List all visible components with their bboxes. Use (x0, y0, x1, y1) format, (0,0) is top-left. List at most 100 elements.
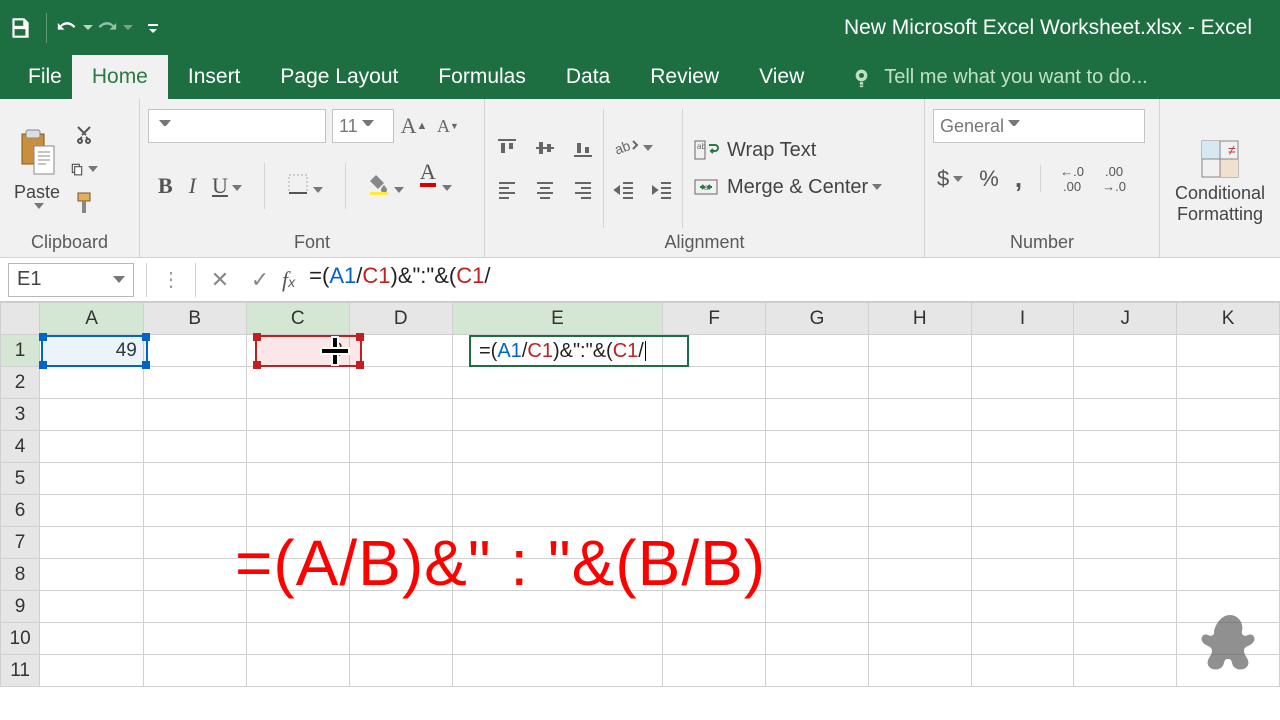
col-header-H[interactable]: H (868, 303, 971, 335)
row-header-5[interactable]: 5 (1, 463, 40, 495)
grow-font-button[interactable]: A▲ (400, 113, 428, 139)
cell-E6[interactable] (452, 495, 663, 527)
row-header-8[interactable]: 8 (1, 559, 40, 591)
decrease-decimal-button[interactable]: .00→.0 (1097, 166, 1131, 192)
cell-G10[interactable] (766, 623, 869, 655)
cell-C4[interactable] (246, 431, 349, 463)
cell-J4[interactable] (1074, 431, 1177, 463)
redo-button[interactable] (93, 0, 133, 55)
cell-D6[interactable] (349, 495, 452, 527)
cell-C2[interactable] (246, 367, 349, 399)
cell-G1[interactable] (766, 335, 869, 367)
decrease-indent-button[interactable] (610, 177, 638, 203)
cell-H8[interactable] (868, 559, 971, 591)
cell-I10[interactable] (971, 623, 1074, 655)
accounting-format-button[interactable]: $ (933, 164, 967, 194)
cell-B6[interactable] (143, 495, 246, 527)
cancel-formula-button[interactable]: ✕ (200, 263, 240, 297)
cell-K2[interactable] (1177, 367, 1280, 399)
cell-J1[interactable] (1074, 335, 1177, 367)
cell-K4[interactable] (1177, 431, 1280, 463)
row-header-6[interactable]: 6 (1, 495, 40, 527)
cell-J2[interactable] (1074, 367, 1177, 399)
cell-A10[interactable] (40, 623, 144, 655)
col-header-J[interactable]: J (1074, 303, 1177, 335)
cell-C11[interactable] (246, 655, 349, 687)
col-header-I[interactable]: I (971, 303, 1074, 335)
enter-formula-button[interactable]: ✓ (240, 263, 280, 297)
row-header-4[interactable]: 4 (1, 431, 40, 463)
align-top-button[interactable] (493, 135, 521, 161)
cell-edit-overlay[interactable]: =(A1/C1)&":"&(C1/ (473, 337, 652, 365)
cell-A6[interactable] (40, 495, 144, 527)
cell-D2[interactable] (349, 367, 452, 399)
align-left-button[interactable] (493, 177, 521, 203)
cell-H10[interactable] (868, 623, 971, 655)
cell-H1[interactable] (868, 335, 971, 367)
row-header-1[interactable]: 1 (1, 335, 40, 367)
cell-K8[interactable] (1177, 559, 1280, 591)
col-header-A[interactable]: A (40, 303, 144, 335)
increase-decimal-button[interactable]: ←.0.00 (1055, 166, 1089, 192)
cell-F5[interactable] (663, 463, 766, 495)
copy-button[interactable] (70, 156, 98, 182)
cell-H7[interactable] (868, 527, 971, 559)
col-header-G[interactable]: G (766, 303, 869, 335)
cell-G3[interactable] (766, 399, 869, 431)
cell-J3[interactable] (1074, 399, 1177, 431)
cell-E11[interactable] (452, 655, 663, 687)
cell-J6[interactable] (1074, 495, 1177, 527)
cell-E5[interactable] (452, 463, 663, 495)
cell-I1[interactable] (971, 335, 1074, 367)
wrap-text-button[interactable]: abWrap Text (689, 137, 886, 164)
cell-F2[interactable] (663, 367, 766, 399)
cell-C5[interactable] (246, 463, 349, 495)
cell-D4[interactable] (349, 431, 452, 463)
cell-I2[interactable] (971, 367, 1074, 399)
cell-H11[interactable] (868, 655, 971, 687)
cell-J8[interactable] (1074, 559, 1177, 591)
cell-B11[interactable] (143, 655, 246, 687)
orientation-button[interactable]: ab (610, 135, 656, 161)
cell-I3[interactable] (971, 399, 1074, 431)
align-middle-button[interactable] (531, 135, 559, 161)
cell-G7[interactable] (766, 527, 869, 559)
align-bottom-button[interactable] (569, 135, 597, 161)
cell-H4[interactable] (868, 431, 971, 463)
row-header-11[interactable]: 11 (1, 655, 40, 687)
formula-input[interactable]: =(A1/C1)&":"&(C1/ (301, 263, 1280, 297)
tab-home[interactable]: Home (72, 55, 168, 99)
qat-customize-button[interactable] (133, 0, 173, 55)
font-size-combo[interactable]: 11 (332, 109, 394, 143)
tell-me-search[interactable]: Tell me what you want to do... (854, 66, 1147, 99)
cell-G2[interactable] (766, 367, 869, 399)
row-header-2[interactable]: 2 (1, 367, 40, 399)
format-painter-button[interactable] (70, 190, 98, 216)
cell-G8[interactable] (766, 559, 869, 591)
tab-file[interactable]: File (18, 55, 72, 99)
cell-J9[interactable] (1074, 591, 1177, 623)
font-color-button[interactable]: A (420, 159, 436, 213)
insert-function-expand[interactable]: ⋮ (151, 267, 191, 292)
bold-button[interactable]: B (158, 173, 173, 199)
col-header-F[interactable]: F (663, 303, 766, 335)
cell-C6[interactable] (246, 495, 349, 527)
tab-formulas[interactable]: Formulas (418, 55, 546, 99)
cell-B7[interactable] (143, 527, 246, 559)
row-header-3[interactable]: 3 (1, 399, 40, 431)
cell-B5[interactable] (143, 463, 246, 495)
cell-I11[interactable] (971, 655, 1074, 687)
merge-center-button[interactable]: aMerge & Center (689, 174, 886, 201)
cell-E4[interactable] (452, 431, 663, 463)
number-format-combo[interactable]: General (933, 109, 1145, 143)
select-all-corner[interactable] (1, 303, 40, 335)
cell-G9[interactable] (766, 591, 869, 623)
cell-I7[interactable] (971, 527, 1074, 559)
cell-A9[interactable] (40, 591, 144, 623)
cell-A4[interactable] (40, 431, 144, 463)
cell-I9[interactable] (971, 591, 1074, 623)
conditional-formatting-button[interactable]: ≠ Conditional Formatting (1169, 137, 1271, 225)
tab-review[interactable]: Review (630, 55, 739, 99)
undo-button[interactable] (53, 0, 93, 55)
align-right-button[interactable] (569, 177, 597, 203)
